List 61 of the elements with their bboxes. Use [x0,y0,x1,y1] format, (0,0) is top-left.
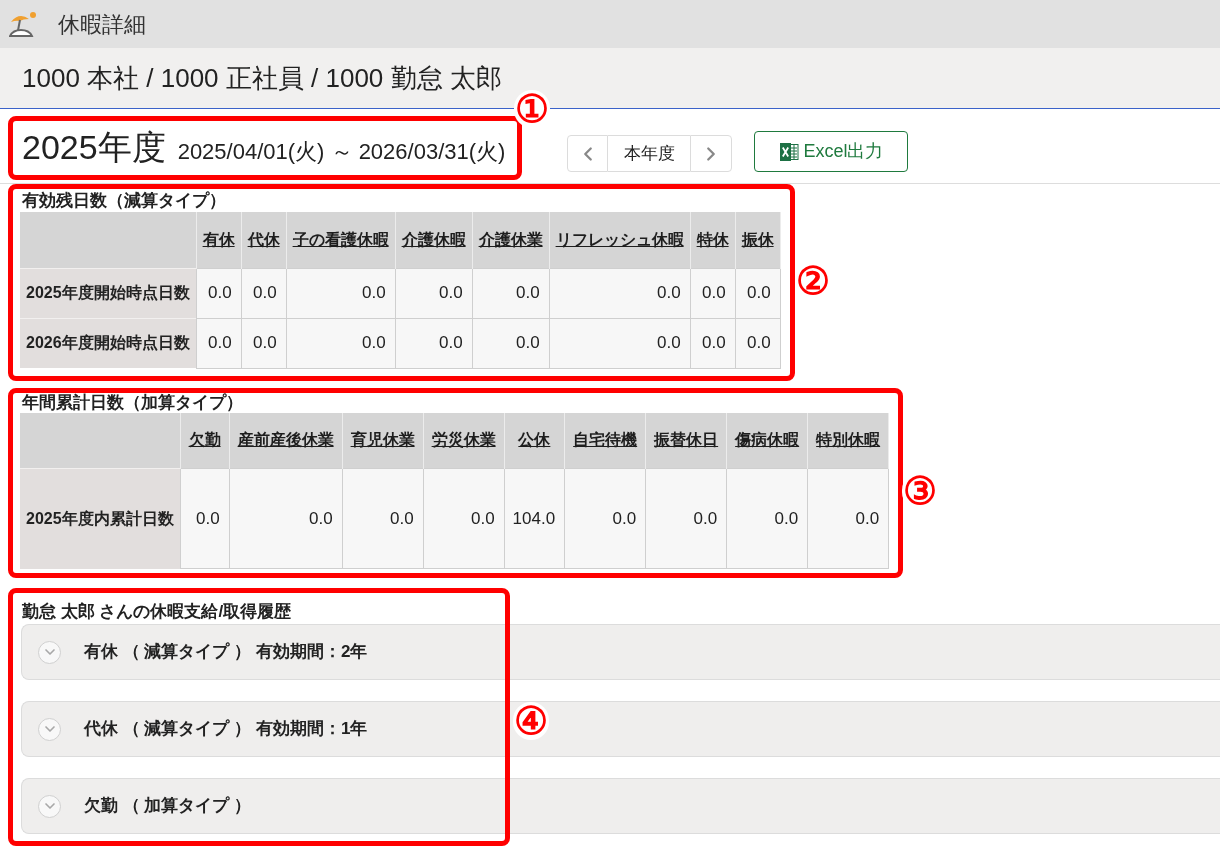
table-cell: 0.0 [286,318,396,368]
accordion-header[interactable]: 有休 （ 減算タイプ ） 有効期間：2年 [21,624,1220,680]
column-link[interactable]: 育児休業 [350,431,415,449]
table-cell: 0.0 [549,268,691,318]
table-cell: 0.0 [395,268,473,318]
column-link[interactable]: 傷病休暇 [735,431,800,449]
column-link[interactable]: リフレッシュ休暇 [555,230,684,248]
table-cell: 0.0 [735,268,781,318]
annotation-number: ① [514,90,551,128]
table-cell: 0.0 [180,468,230,569]
table-cell: 0.0 [645,468,727,569]
table-cell: 0.0 [286,268,396,318]
column-link[interactable]: 有休 [202,230,235,248]
excel-export-button[interactable]: Excel出力 [754,131,909,172]
row-header-cell: 2025年度開始時点日数 [20,268,197,318]
column-link[interactable]: 介護休暇 [401,230,466,248]
table-cell: 0.0 [472,268,550,318]
table-cell: 0.0 [241,268,287,318]
section-title: 有効残日数（減算タイプ） [21,190,227,212]
table-cell: 0.0 [423,468,505,569]
date-range: 2025/04/01(火) ～ 2026/03/31(火) [177,138,506,166]
column-link[interactable]: 介護休業 [478,230,543,248]
column-link[interactable]: 自宅待機 [573,431,638,449]
table-cell: 0.0 [690,318,736,368]
table-cell: 0.0 [564,468,646,569]
column-link[interactable]: 公休 [518,431,551,449]
column-link[interactable]: 振休 [741,230,774,248]
current-year-button[interactable]: 本年度 [608,135,691,172]
column-link[interactable]: 子の看護休暇 [292,230,389,248]
column-link[interactable]: 振替休日 [654,431,719,449]
table-cell: 0.0 [735,318,781,368]
table-cell: 0.0 [229,468,343,569]
table-cell: 0.0 [726,468,808,569]
table-cell: 0.0 [342,468,424,569]
table-cell: 0.0 [196,268,242,318]
column-link[interactable]: 特別休暇 [816,431,881,449]
column-link[interactable]: 欠勤 [188,431,221,449]
column-link[interactable]: 産前産後休業 [237,431,334,449]
table-cell: 0.0 [241,318,287,368]
table-cell: 104.0 [504,468,565,569]
table-cell: 0.0 [472,318,550,368]
page-title: 休暇詳細 [58,10,146,39]
section-title: 年間累計日数（加算タイプ） [21,392,244,413]
column-link[interactable]: 特休 [696,230,729,248]
section-title: 勤怠 太郎 さんの休暇支給/取得履歴 [21,602,293,622]
table-cell: 0.0 [196,318,242,368]
next-year-button[interactable] [690,135,733,172]
column-link[interactable]: 労災休業 [431,431,496,449]
row-header-cell: 2025年度内累計日数 [20,468,181,569]
column-link[interactable]: 代休 [247,230,280,248]
accordion-header[interactable]: 欠勤 （ 加算タイプ ） [21,778,1220,834]
fiscal-year-title: 2025年度 [22,127,166,168]
beach-umbrella-icon [9,11,37,37]
table-cell: 0.0 [395,318,473,368]
table-cell: 0.0 [807,468,889,569]
row-header-cell: 2026年度開始時点日数 [20,318,197,368]
table-cell: 0.0 [549,318,691,368]
previous-year-button[interactable] [567,135,609,172]
spreadsheet-icon [779,141,800,162]
breadcrumb: 1000 本社 / 1000 正社員 / 1000 勤怠 太郎 [22,61,502,95]
table-cell: 0.0 [690,268,736,318]
